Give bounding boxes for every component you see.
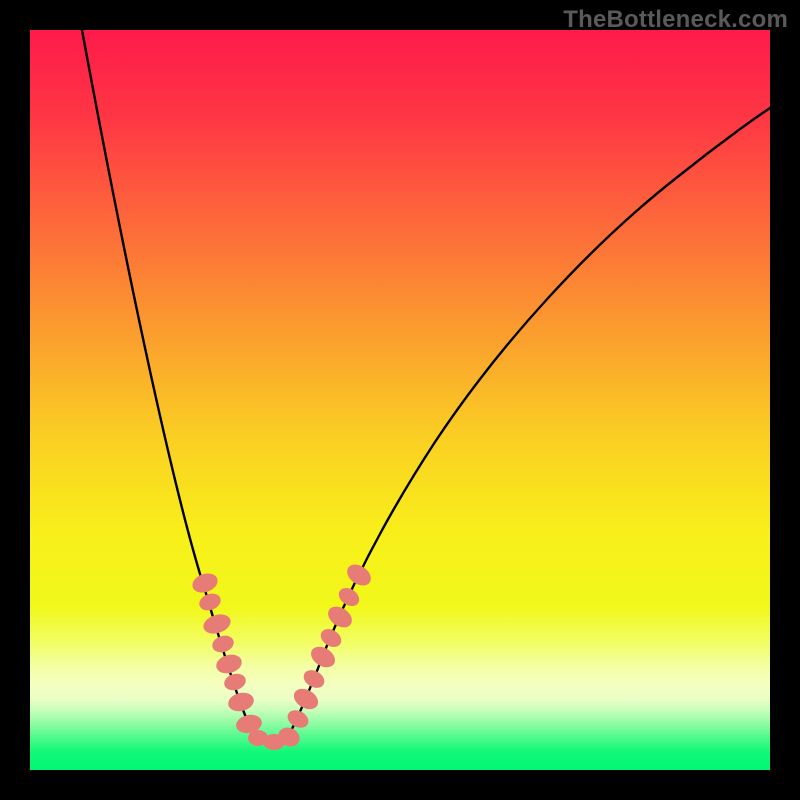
- marker-bead: [335, 584, 362, 610]
- marker-bead: [317, 625, 344, 650]
- marker-bead: [222, 671, 248, 692]
- marker-bead: [324, 602, 356, 631]
- chart-markers: [30, 30, 770, 770]
- marker-bead: [190, 570, 221, 596]
- marker-bead: [226, 690, 256, 714]
- marker-bead: [197, 591, 223, 614]
- marker-bead: [285, 707, 312, 731]
- chart-frame: [30, 30, 770, 770]
- marker-bead: [210, 633, 236, 655]
- watermark-text: TheBottleneck.com: [563, 6, 788, 34]
- marker-bead: [214, 652, 244, 676]
- marker-bead: [290, 685, 322, 714]
- marker-bead: [343, 560, 375, 590]
- marker-bead: [300, 667, 327, 692]
- marker-bead: [201, 611, 233, 637]
